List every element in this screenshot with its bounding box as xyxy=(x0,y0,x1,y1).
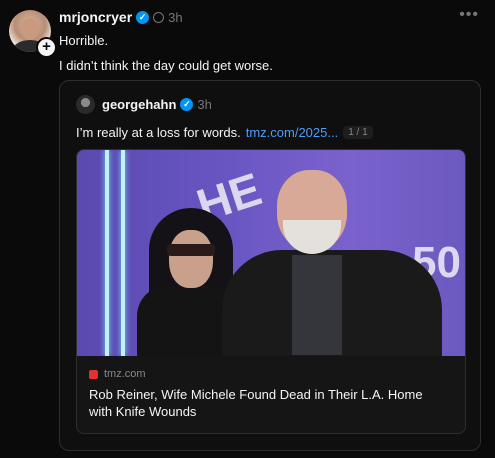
quoted-text-body: I’m really at a loss for words. xyxy=(76,125,241,140)
woman-sunglasses xyxy=(167,244,215,256)
quoted-username[interactable]: georgehahn xyxy=(102,97,176,112)
woman-face xyxy=(169,230,213,288)
follow-plus-icon[interactable]: + xyxy=(36,37,57,58)
quoted-post-card[interactable]: georgehahn ✓ 3h I’m really at a loss for… xyxy=(59,80,481,451)
quoted-text: I’m really at a loss for words. tmz.com/… xyxy=(76,125,373,140)
link-preview-card[interactable]: HE 50 tmz.com Rob Reiner, Wife Michele F… xyxy=(76,149,466,434)
post-text-line-2: I didn’t think the day could get worse. xyxy=(59,58,273,73)
post-header: mrjoncryer ✓ 3h xyxy=(59,9,183,25)
quoted-author-avatar[interactable] xyxy=(76,95,95,114)
link-domain-row: tmz.com xyxy=(89,368,453,380)
quoted-time: 3h xyxy=(197,97,212,112)
link-title[interactable]: Rob Reiner, Wife Michele Found Dead in T… xyxy=(89,386,449,420)
link-preview-photo: HE 50 xyxy=(77,150,465,356)
post-time: 3h xyxy=(168,9,183,25)
quoted-link[interactable]: tmz.com/2025... xyxy=(246,125,338,140)
neon-light-strip xyxy=(105,150,109,356)
man-beard xyxy=(283,220,341,254)
neon-light-strip xyxy=(121,150,125,356)
link-preview-meta: tmz.com Rob Reiner, Wife Michele Found D… xyxy=(77,356,465,420)
thread-icon xyxy=(153,11,165,23)
post-username[interactable]: mrjoncryer xyxy=(59,9,132,25)
post-text-line-1: Horrible. xyxy=(59,33,109,48)
avatar-face xyxy=(21,18,39,40)
man-shirt xyxy=(292,255,342,355)
link-domain: tmz.com xyxy=(104,368,146,380)
quoted-post-header: georgehahn ✓ 3h xyxy=(102,97,212,112)
verified-badge-icon: ✓ xyxy=(136,10,150,24)
verified-badge-icon: ✓ xyxy=(180,98,194,111)
site-favicon-icon xyxy=(89,369,98,379)
page-indicator: 1 / 1 xyxy=(343,126,373,139)
more-options-icon[interactable]: ••• xyxy=(459,6,479,24)
